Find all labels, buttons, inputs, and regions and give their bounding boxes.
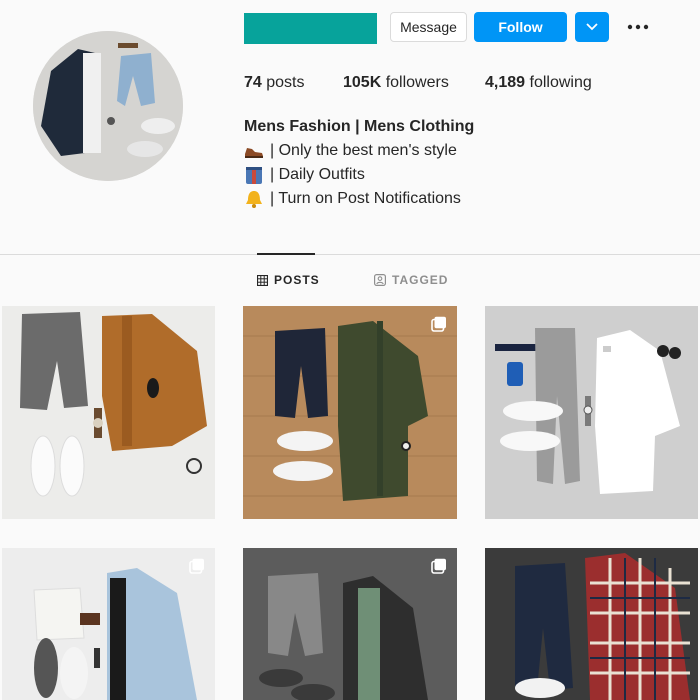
post-image [243,306,457,519]
stat-label: following [529,74,592,91]
bio-text: | Daily Outfits [270,166,365,183]
grid-icon [257,274,268,286]
stat-label: followers [385,74,449,91]
tab-label: TAGGED [392,273,449,287]
tab-posts[interactable]: POSTS [257,273,320,287]
more-options-button[interactable] [626,18,650,36]
avatar-outfit-image [33,31,183,181]
follow-button[interactable]: Follow [474,12,567,42]
stat-number: 4,189 [485,74,526,91]
post-image [2,548,215,700]
post-tile[interactable] [485,548,698,700]
post-tile[interactable] [243,548,457,700]
message-button[interactable]: Message [390,12,467,42]
tab-label: POSTS [274,273,320,287]
post-tile[interactable] [2,306,215,519]
post-image [485,548,698,700]
bell-icon [246,191,262,208]
ellipsis-icon [627,24,649,30]
posts-count: 74 posts [244,74,305,92]
tag-icon [374,274,386,286]
post-image [243,548,457,700]
followers-count[interactable]: 105K followers [343,74,449,92]
shoe-icon [245,148,263,158]
post-image [485,306,698,519]
post-tile[interactable] [2,548,215,700]
bio-text: | Turn on Post Notifications [270,190,461,207]
stat-number: 74 [244,74,262,91]
tabs-divider [0,254,700,255]
post-tile[interactable] [243,306,457,519]
bio-line-3: | Turn on Post Notifications [244,189,461,209]
post-tile[interactable] [485,306,698,519]
multiple-images-icon [431,558,446,574]
stat-label: posts [266,74,305,91]
active-tab-indicator [257,253,315,255]
stat-number: 105K [343,74,382,91]
tab-tagged[interactable]: TAGGED [374,273,448,287]
suggestions-dropdown-button[interactable] [575,12,609,42]
profile-avatar[interactable] [33,31,183,181]
multiple-images-icon [431,316,446,332]
username-redacted [244,13,377,44]
chevron-down-icon [586,23,598,31]
multiple-images-icon [189,558,204,574]
bio-text: | Only the best men's style [270,142,457,159]
bio-name: Mens Fashion | Mens Clothing [244,118,475,135]
post-image [2,306,215,519]
clothes-icon [246,167,262,184]
bio-line-2: | Daily Outfits [244,165,365,185]
bio-line-1: | Only the best men's style [244,141,457,161]
following-count[interactable]: 4,189 following [485,74,592,92]
